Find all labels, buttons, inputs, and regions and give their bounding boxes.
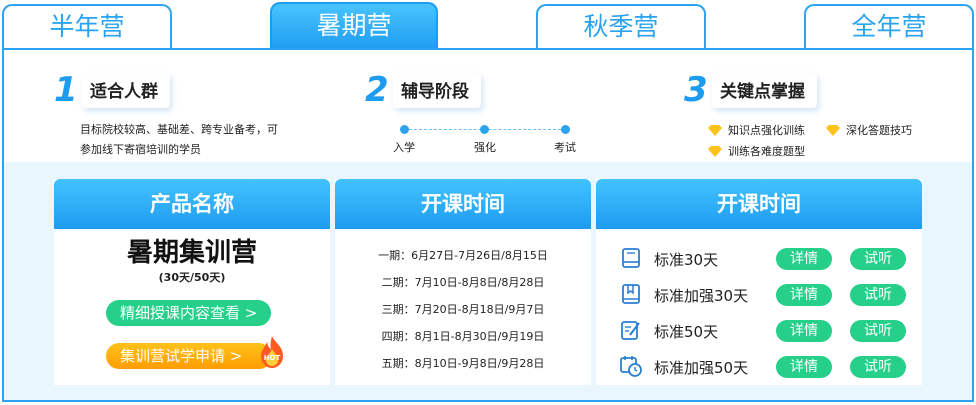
- course-name: 标准50天: [654, 323, 719, 341]
- panel-header: 开课时间: [596, 179, 922, 229]
- course-item: 标准加强30天 详情 试听: [596, 281, 922, 317]
- session-list: 一期：6月27日-7月26日/8月15日 二期：7月10日-8月8日/8月28日…: [335, 247, 591, 382]
- course-item: 标准加强50天 详情 试听: [596, 353, 922, 389]
- keypoint-item: 深化答题技巧: [826, 122, 912, 138]
- keypoint-label: 知识点强化训练: [728, 124, 805, 137]
- feature-number: 1: [54, 70, 78, 110]
- bookmark-book-icon: [622, 284, 640, 304]
- feature-keypoints: 3 关键点掌握: [684, 70, 817, 110]
- diamond-icon: [708, 145, 722, 157]
- course-detail-button[interactable]: 详情: [776, 356, 832, 378]
- session-item: 二期：7月10日-8月8日/8月28日: [381, 276, 545, 289]
- stage-label: 强化: [474, 141, 496, 154]
- hot-fire-icon: HOT: [261, 336, 283, 368]
- feature-title: 辅导阶段: [393, 72, 481, 108]
- course-trial-button[interactable]: 试听: [850, 284, 906, 306]
- course-trial-button[interactable]: 试听: [850, 356, 906, 378]
- view-content-button[interactable]: 精细授课内容查看 >: [106, 300, 272, 326]
- course-trial-button[interactable]: 试听: [850, 248, 906, 270]
- keypoint-label: 训练各难度题型: [728, 145, 805, 158]
- tab-summer[interactable]: 暑期营: [270, 2, 438, 50]
- course-panel: 开课时间 标准30天 详情 试听 标准加强30天 详情 试听 标准50天 详情 …: [596, 179, 922, 385]
- session-item: 一期：6月27日-7月26日/8月15日: [378, 249, 548, 262]
- feature-number: 3: [684, 70, 708, 110]
- schedule-panel: 开课时间 一期：6月27日-7月26日/8月15日 二期：7月10日-8月8日/…: [335, 179, 591, 385]
- session-item: 四期：8月1日-8月30日/9月19日: [381, 330, 545, 343]
- course-item: 标准50天 详情 试听: [596, 317, 922, 353]
- trial-apply-button[interactable]: 集训营试学申请 >: [106, 343, 273, 369]
- stage-timeline: 入学 强化 考试: [390, 122, 580, 158]
- course-name: 标准加强30天: [654, 287, 749, 305]
- panel-header: 开课时间: [335, 179, 591, 229]
- tab-autumn[interactable]: 秋季营: [536, 4, 706, 50]
- diamond-icon: [826, 124, 840, 136]
- audience-description: 目标院校较高、基础差、跨专业备考，可参加线下寄宿培训的学员: [80, 123, 278, 156]
- course-detail-button[interactable]: 详情: [776, 284, 832, 306]
- tab-half-year[interactable]: 半年营: [2, 4, 172, 50]
- calendar-clock-icon: [620, 356, 642, 377]
- hot-badge-text: HOT: [264, 354, 281, 362]
- session-item: 三期：7月20日-8月18日/9月7日: [381, 303, 545, 316]
- product-duration: (30天/50天): [158, 271, 226, 284]
- course-name: 标准30天: [654, 251, 719, 269]
- keypoint-label: 深化答题技巧: [846, 124, 912, 137]
- stage-label: 入学: [393, 141, 415, 154]
- course-item: 标准30天 详情 试听: [596, 245, 922, 281]
- course-detail-button[interactable]: 详情: [776, 320, 832, 342]
- product-panel: 产品名称 暑期集训营 (30天/50天) 精细授课内容查看 > 集训营试学申请 …: [54, 179, 330, 385]
- feature-stages: 2 辅导阶段: [365, 70, 481, 110]
- feature-title: 适合人群: [82, 72, 170, 108]
- stage-dot: [400, 125, 409, 134]
- feature-audience: 1 适合人群: [54, 70, 170, 110]
- stage-dot: [480, 125, 489, 134]
- product-name: 暑期集训营: [126, 238, 257, 268]
- course-trial-button[interactable]: 试听: [850, 320, 906, 342]
- keypoint-item: 知识点强化训练: [708, 122, 805, 138]
- diamond-icon: [708, 124, 722, 136]
- course-list: 标准30天 详情 试听 标准加强30天 详情 试听 标准50天 详情 试听 标准…: [596, 245, 922, 389]
- frame-divider: [2, 48, 974, 50]
- feature-number: 2: [365, 70, 389, 110]
- tab-full-year[interactable]: 全年营: [804, 4, 974, 50]
- camp-tabs: 半年营 暑期营 秋季营 全年营: [0, 0, 976, 50]
- course-name: 标准加强50天: [654, 359, 749, 377]
- book-icon: [622, 248, 640, 268]
- feature-title: 关键点掌握: [712, 72, 817, 108]
- edit-note-icon: [621, 321, 640, 340]
- stage-label: 考试: [554, 141, 576, 154]
- course-detail-button[interactable]: 详情: [776, 248, 832, 270]
- keypoint-item: 训练各难度题型: [708, 143, 805, 159]
- panel-header: 产品名称: [54, 179, 330, 229]
- stage-dot: [561, 125, 570, 134]
- session-item: 五期：8月10日-9月8日/9月28日: [381, 357, 545, 370]
